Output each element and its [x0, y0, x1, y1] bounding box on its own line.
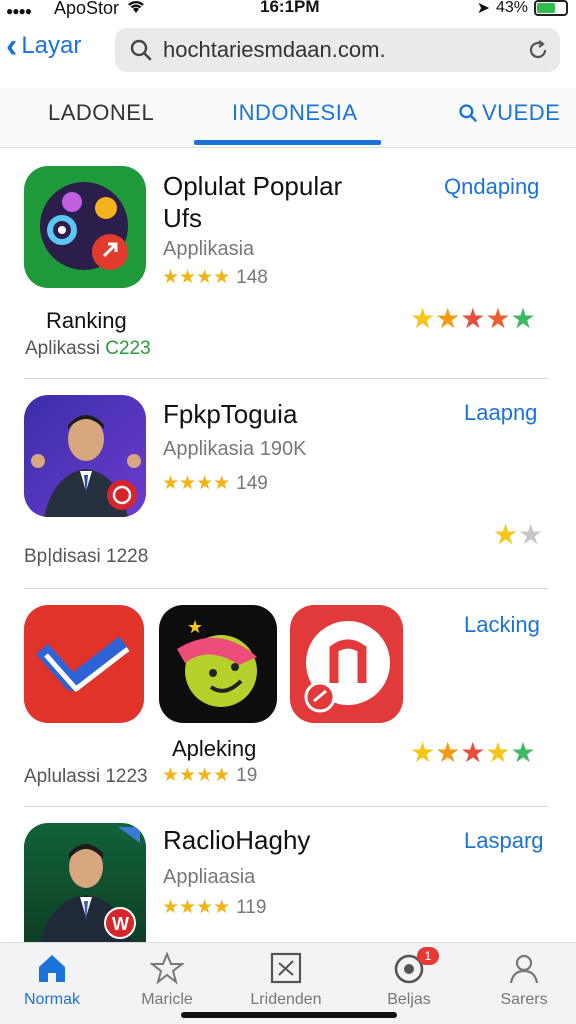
chevron-left-icon: ‹ [6, 27, 18, 65]
rating-stars: ★★★★ 119 [162, 896, 266, 919]
address-bar[interactable] [115, 28, 560, 72]
app-row-2[interactable]: FpkpToguia Applikasia 190K ★★★★ 149 Laapn… [0, 380, 576, 588]
tab-label: Beljas [387, 991, 431, 1008]
rating-stars: ★★★★ 149 [162, 472, 268, 495]
star-icons: ★★★★ [162, 473, 231, 494]
app-icon-radio: W [24, 823, 146, 942]
rating-stars: ★★★★ 19 [162, 764, 257, 787]
tab-label: Maricle [141, 991, 193, 1008]
app-row-3[interactable]: ★ Lacking Apleking Aplulassi 1223 ★★★★ 19… [0, 590, 576, 806]
home-indicator [181, 1012, 397, 1018]
navigation-bar: ‹ Layar [0, 24, 576, 78]
get-button[interactable]: Lasparg [464, 828, 544, 854]
back-button[interactable]: ‹ Layar [6, 27, 82, 65]
app-title: FpkpToguia [163, 399, 298, 429]
tab-label: Normak [23, 991, 80, 1008]
tab-sarers[interactable]: Sarers [474, 951, 574, 1009]
clock-time: 16:1PM [260, 0, 320, 16]
tab-vuede-label: VUEDE [482, 100, 561, 125]
divider [24, 378, 548, 379]
location-icon: ➤ [476, 0, 490, 17]
segment-tabs: LADONEL INDONESIA VUEDE [0, 88, 576, 148]
rating-count: 149 [236, 473, 268, 494]
search-icon [129, 38, 153, 62]
ranking-sub: Aplikassi C223 [25, 338, 151, 360]
star-icons: ★★★★ [162, 267, 231, 288]
rating-count: 19 [236, 765, 258, 786]
tab-beljas[interactable]: 1 Beljas [359, 947, 459, 1009]
app-downloads: Aplulassi 1223 [24, 766, 148, 787]
colored-stars: ★★★★★ [410, 737, 536, 768]
app-downloads: Bp|disasi 1228 [24, 546, 149, 567]
tab-indonesia[interactable]: INDONESIA [232, 100, 358, 126]
carrier-label: ApoStor [54, 0, 120, 18]
ranking-count: C223 [105, 338, 151, 359]
person-icon [509, 954, 539, 984]
reload-icon[interactable] [526, 38, 550, 62]
svg-text:★: ★ [187, 617, 203, 637]
status-bar: ●●●● ApoStor 16:1PM ➤ 43% [0, 0, 576, 20]
tab-normak[interactable]: Normak [2, 951, 102, 1009]
app-title-line2: Ufs [163, 203, 202, 233]
tab-label: Lridenden [250, 991, 322, 1008]
app-icon-mail [24, 605, 144, 723]
url-input[interactable] [163, 37, 523, 63]
app-row-1[interactable]: Oplulat Popular Ufs Applikasia ★★★★ 148 Q… [0, 150, 576, 378]
home-icon [39, 955, 65, 982]
wifi-icon [126, 0, 146, 20]
svg-text:W: W [112, 914, 129, 934]
divider [24, 806, 548, 807]
app-title: Oplulat Popular [163, 171, 343, 201]
app-title: RaclioHaghy [163, 825, 311, 855]
get-button[interactable]: Lacking [464, 612, 540, 638]
get-button[interactable]: Qndaping [444, 174, 539, 200]
app-icon-person [24, 395, 146, 517]
divider [24, 588, 548, 589]
signal-icon: ●●●● [6, 4, 32, 18]
star-icon [150, 951, 184, 985]
back-label: Layar [21, 32, 82, 59]
tab-ladonel[interactable]: LADONEL [48, 100, 154, 126]
search-icon [459, 104, 477, 122]
ranking-sub-text: Aplikassi [25, 338, 100, 359]
battery-percent: 43% [495, 0, 528, 16]
colored-stars: ★★ [493, 519, 544, 550]
tab-vuede[interactable]: VUEDE [458, 100, 560, 126]
get-button[interactable]: Laapng [464, 400, 537, 426]
star-icons: ★★★★ [162, 897, 231, 918]
app-icon-smile: ★ [159, 605, 277, 723]
star-icons: ★★★★ [162, 765, 231, 786]
tab-maricle[interactable]: Maricle [117, 951, 217, 1009]
battery-icon [534, 0, 568, 16]
rating-count: 119 [236, 897, 267, 918]
checkbox-icon [270, 952, 302, 984]
active-tab-indicator [194, 140, 381, 145]
rating-stars: ★★★★ 148 [162, 266, 268, 289]
app-category: Applikasia 190K [163, 438, 307, 460]
app-label: Apleking [172, 736, 257, 761]
colored-stars: ★★★★★ [410, 303, 536, 334]
app-icon-music [290, 605, 403, 723]
rating-count: 148 [236, 267, 268, 288]
app-icon-popular [24, 166, 146, 288]
app-category: Appliaasia [163, 866, 256, 888]
ranking-label: Ranking [46, 308, 127, 333]
notification-badge: 1 [417, 947, 439, 965]
tab-lridenden[interactable]: Lridenden [236, 951, 336, 1009]
app-category: Applikasia [163, 238, 255, 260]
app-row-4[interactable]: W RaclioHaghy Appliaasia ★★★★ 119 Lasparg [0, 808, 576, 942]
tab-label: Sarers [500, 991, 548, 1008]
